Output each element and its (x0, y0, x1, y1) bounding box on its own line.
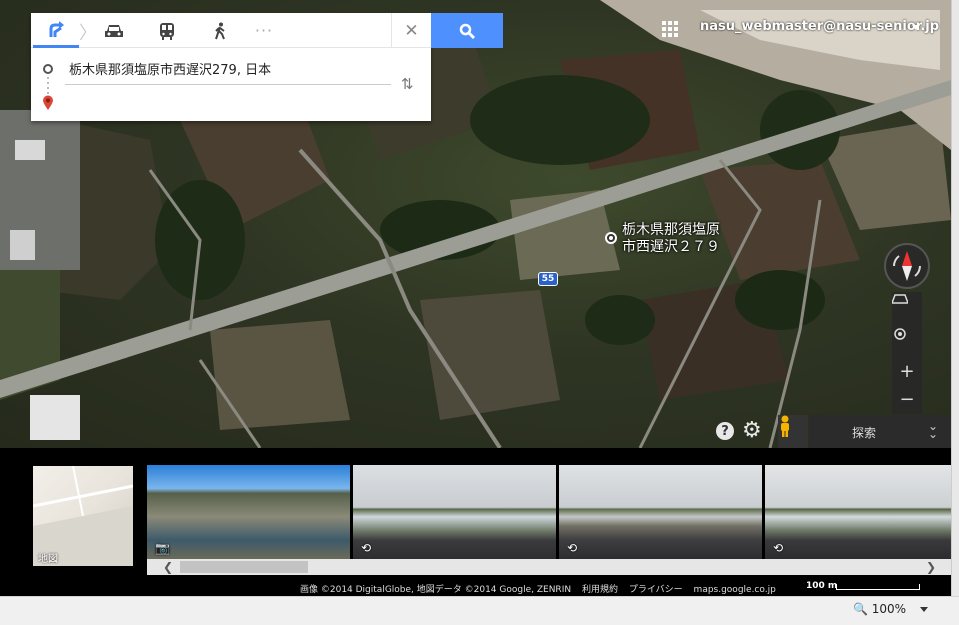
photo-thumbnail[interactable]: 📷 (147, 465, 350, 559)
imagery-filmstrip: 地図 📷 ⟲ ⟲ ⟲ ❮ ❯ 画像 ©2014 DigitalGlobe, 地図… (0, 448, 951, 596)
camera-icon: 📷 (155, 541, 170, 555)
filmstrip-scrollbar[interactable]: ❮ ❯ (147, 559, 951, 575)
walk-icon (215, 22, 225, 39)
origin-dot-icon (43, 64, 53, 74)
search-button[interactable] (431, 13, 503, 48)
terms-link[interactable]: 利用規約 (582, 585, 618, 595)
map-view-thumbnail[interactable]: 地図 (33, 466, 133, 566)
swap-directions-icon[interactable]: ⇅ (401, 75, 414, 93)
account-caret-icon[interactable] (912, 25, 920, 30)
pegman-icon (781, 415, 789, 437)
scale-bar (836, 584, 920, 590)
zoom-value: 100% (871, 602, 907, 616)
place-label-line2: 市西遅沢２７９ (622, 239, 720, 255)
origin-input[interactable]: 栃木県那須塩原市西遅沢279, 日本 (69, 59, 271, 78)
magnifier-icon: 🔍 (853, 602, 868, 616)
zoom-out-button[interactable]: − (892, 385, 922, 413)
directions-icon (49, 21, 64, 37)
account-email[interactable]: nasu_webmaster@nasu-senior.jp (700, 19, 939, 34)
360-icon: ⟲ (361, 541, 372, 555)
destination-pin-icon (42, 95, 54, 115)
browser-status-bar: 🔍 100% (0, 596, 959, 625)
privacy-link[interactable]: プライバシー (629, 585, 683, 595)
route-dots (47, 77, 49, 95)
car-mode-tab[interactable] (91, 13, 137, 48)
zoom-level[interactable]: 🔍 100% (853, 602, 906, 616)
scale-label[interactable]: 100 m (806, 581, 837, 591)
chevron-down-icon: ⌄ ⌄ (928, 419, 939, 441)
travel-mode-bar: 〉 ··· ✕ (31, 13, 431, 48)
attribution: 画像 ©2014 DigitalGlobe, 地図データ ©2014 Googl… (300, 582, 784, 595)
place-marker-icon[interactable] (605, 232, 617, 244)
map-thumb-label: 地図 (38, 554, 58, 565)
imagery-credit: 画像 ©2014 DigitalGlobe, 地図データ ©2014 Googl… (300, 585, 572, 595)
pegman-button[interactable] (778, 415, 808, 448)
input-divider (65, 84, 391, 85)
compass-control[interactable] (884, 243, 930, 289)
search-icon (459, 23, 475, 39)
zoom-in-button[interactable]: + (892, 357, 922, 385)
tilt-icon[interactable] (892, 294, 922, 322)
360-icon: ⟲ (773, 541, 784, 555)
window-scrollbar[interactable] (951, 0, 959, 596)
chevron-left-icon[interactable]: ❮ (163, 560, 173, 574)
my-location-icon[interactable] (892, 326, 922, 354)
explore-bar[interactable]: 探索 ⌄ ⌄ (810, 415, 951, 448)
streetview-thumbnail[interactable]: ⟲ (353, 465, 556, 559)
streetview-thumbnail[interactable]: ⟲ (559, 465, 762, 559)
explore-label: 探索 (852, 426, 877, 440)
car-icon (105, 24, 123, 37)
more-modes-icon[interactable]: ··· (241, 13, 287, 48)
domain-link[interactable]: maps.google.co.jp (694, 585, 776, 595)
place-label-line1: 栃木県那須塩原 (622, 222, 720, 238)
directions-panel: 〉 ··· ✕ 栃木県那須塩原市西遅沢279, 日本 ⇅ (31, 13, 431, 121)
transit-icon (160, 22, 174, 40)
place-label[interactable]: 栃木県那須塩原 市西遅沢２７９ (622, 222, 732, 256)
map-bottom-toolbar: ? ⚙ 探索 ⌄ ⌄ (712, 415, 951, 448)
settings-icon[interactable]: ⚙ (742, 419, 762, 443)
chevron-right-icon[interactable]: ❯ (926, 560, 936, 574)
streetview-thumbnail[interactable]: ⟲ (765, 465, 951, 559)
map-controls: + − (892, 292, 922, 414)
zoom-dropdown-icon[interactable] (920, 607, 928, 612)
walk-mode-tab[interactable] (197, 13, 243, 48)
close-icon[interactable]: ✕ (391, 13, 431, 48)
directions-mode-tab[interactable] (33, 13, 79, 48)
route-shield: 55 (538, 272, 558, 286)
transit-mode-tab[interactable] (144, 13, 190, 48)
scrollbar-thumb[interactable] (180, 561, 308, 573)
360-icon: ⟲ (567, 541, 578, 555)
compass-icon (893, 251, 921, 281)
apps-grid-icon[interactable] (662, 21, 678, 41)
help-icon[interactable]: ? (716, 422, 734, 440)
